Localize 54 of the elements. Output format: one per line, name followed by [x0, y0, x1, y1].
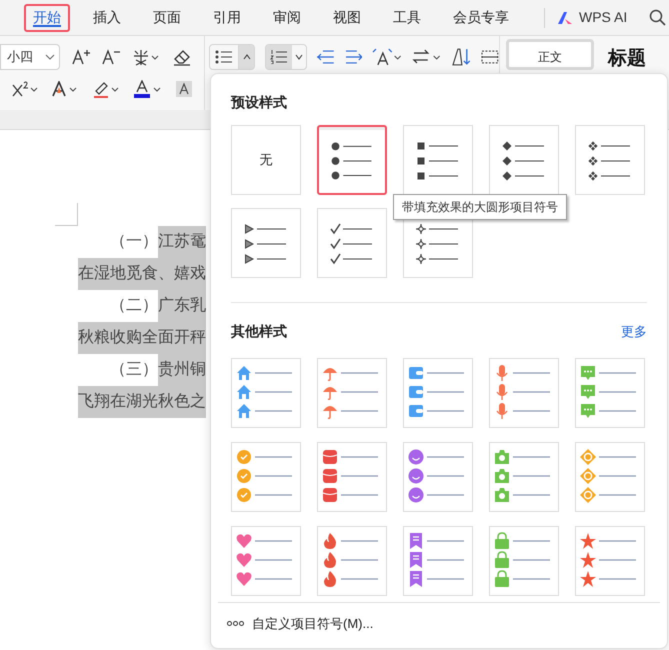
style-option[interactable]: 正文: [506, 39, 594, 70]
ribbon-tab[interactable]: 视图: [324, 4, 370, 32]
caret-icon: [295, 54, 304, 60]
more-icon: [227, 621, 244, 626]
decrease-indent-icon[interactable]: [316, 50, 335, 64]
section-title: 预设样式: [231, 93, 288, 112]
sort-icon[interactable]: [452, 48, 472, 66]
list-number: （二）: [110, 296, 158, 316]
increase-indent-icon[interactable]: [344, 50, 362, 64]
font-size-field[interactable]: 小四: [0, 44, 60, 70]
section-title: 其他样式: [231, 322, 287, 341]
search-icon[interactable]: [649, 9, 666, 26]
ribbon-tab[interactable]: 工具: [384, 4, 430, 32]
char-spacing-icon[interactable]: [372, 48, 402, 66]
eraser-icon[interactable]: [172, 48, 192, 66]
shrink-font-icon[interactable]: [102, 49, 120, 65]
table-border-icon[interactable]: [481, 50, 499, 64]
font-color-icon[interactable]: [134, 80, 162, 98]
text-effect-icon[interactable]: [52, 81, 78, 97]
phonetic-icon[interactable]: [132, 48, 160, 66]
ribbon-tab[interactable]: 页面: [144, 4, 190, 32]
grow-font-icon[interactable]: [72, 49, 90, 65]
highlighted-text: 在湿地觅食、嬉戏: [78, 258, 206, 290]
superscript-icon[interactable]: [12, 81, 38, 97]
numbered-list-icon: [270, 50, 288, 64]
highlighted-text: 广东乳: [158, 290, 206, 322]
ribbon-tab[interactable]: 审阅: [264, 4, 310, 32]
bullet-list-button[interactable]: [209, 44, 256, 70]
custom-bullet-option[interactable]: 自定义项目符号(M)...: [211, 603, 374, 634]
list-number: （三）: [110, 360, 158, 380]
bullet-style-option[interactable]: [317, 125, 387, 195]
bullet-list-icon: [215, 50, 233, 64]
chevron-icon: [45, 54, 55, 60]
ribbon-tab[interactable]: 会员专享: [444, 4, 518, 32]
list-number: （一）: [110, 232, 158, 252]
ribbon-tab[interactable]: 开始: [24, 4, 70, 32]
ribbon-tab[interactable]: 引用: [204, 4, 250, 32]
ribbon-tab[interactable]: 插入: [84, 4, 130, 32]
ai-logo-icon: [557, 10, 573, 24]
highlighted-text: 贵州铜: [158, 354, 206, 386]
more-link[interactable]: 更多: [621, 322, 647, 342]
style-option[interactable]: 标题: [608, 39, 646, 74]
caret-icon: [243, 54, 251, 60]
bullet-style-option[interactable]: 无: [231, 125, 301, 195]
numbered-list-button[interactable]: [265, 44, 307, 70]
char-shading-icon[interactable]: [176, 81, 192, 97]
highlighted-text: 秋粮收购全面开秤: [78, 322, 206, 354]
wps-ai-button[interactable]: WPS AI: [555, 7, 630, 28]
text-direction-icon[interactable]: [412, 48, 442, 66]
tooltip: 带填充效果的大圆形项目符号: [393, 194, 567, 220]
highlighted-text: 飞翔在湖光秋色之: [78, 386, 206, 418]
highlighted-text: 江苏鼋: [158, 226, 206, 258]
highlighter-icon[interactable]: [92, 80, 120, 98]
margin-corner-mark: [55, 203, 78, 226]
